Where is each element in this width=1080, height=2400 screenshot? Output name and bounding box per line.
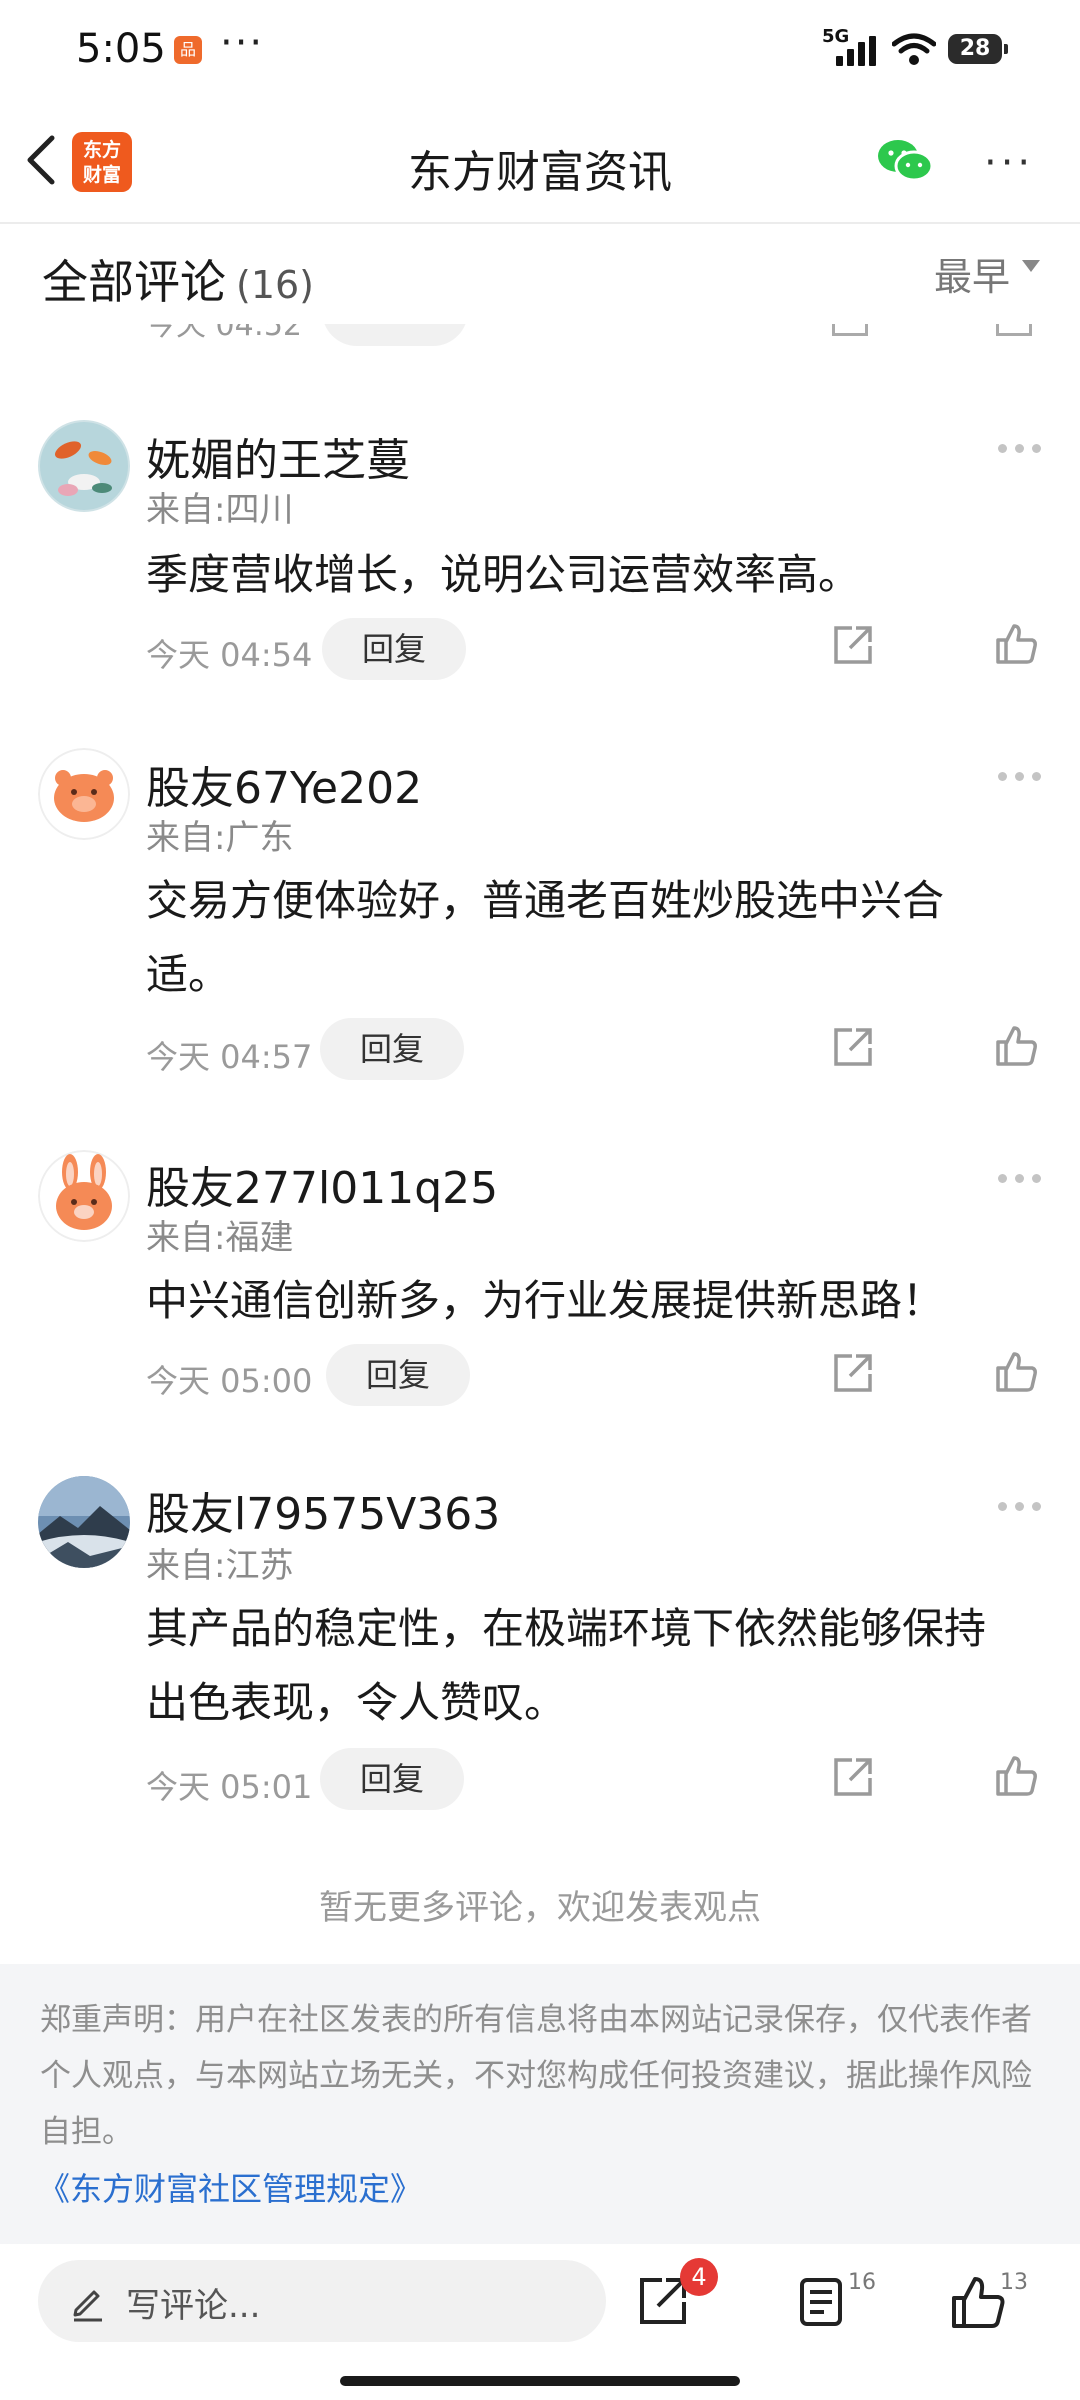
user-location: 来自:江苏: [146, 1546, 294, 1586]
comment-item: 股友67Ye202 来自:广东 交易方便体验好，普通老百姓炒股选中兴合适。 今天…: [0, 738, 1080, 1080]
comment-more-icon[interactable]: [998, 772, 1042, 784]
avatar[interactable]: [38, 748, 130, 840]
comments-header: 全部评论 (16) 最早: [0, 224, 1080, 324]
comment-item: 股友l79575V363 来自:江苏 其产品的稳定性，在极端环境下依然能够保持出…: [0, 1468, 1080, 1828]
comment-time: 今天 04:54: [146, 636, 313, 674]
comment-more-icon[interactable]: [998, 1502, 1042, 1514]
username[interactable]: 股友277l011q25: [146, 1152, 498, 1216]
like-icon[interactable]: [994, 1754, 1038, 1798]
avatar[interactable]: [38, 1476, 130, 1568]
comment-text: 交易方便体验好，普通老百姓炒股选中兴合适。: [146, 876, 945, 999]
status-bar: 5:05 品 ··· 5G 28: [0, 0, 1080, 100]
wechat-share-icon[interactable]: [876, 138, 934, 184]
avatar[interactable]: [38, 420, 130, 512]
like-icon[interactable]: [994, 622, 1038, 666]
pen-icon: [73, 2290, 102, 2322]
comment-input-placeholder: 写评论...: [126, 2286, 261, 2326]
likes-count: 13: [1000, 2270, 1028, 2295]
share-count-badge: 4: [680, 2258, 718, 2296]
comment-text: 季度营收增长，说明公司运营效率高。: [146, 550, 861, 599]
comment-time: 今天 05:00: [146, 1362, 313, 1400]
page: 5:05 品 ··· 5G 28 东方 财富 东方财富资讯 ··· 今天 04:…: [0, 0, 1080, 2400]
like-icon[interactable]: [950, 2274, 1006, 2330]
comment-more-icon[interactable]: [998, 1174, 1042, 1186]
comment-more-icon[interactable]: [998, 444, 1042, 456]
comments-title: 全部评论 (16): [42, 255, 315, 309]
comment-input[interactable]: 写评论...: [38, 2260, 606, 2342]
comment-time: 今天 04:57: [146, 1038, 313, 1076]
comments-count: (16): [236, 263, 315, 307]
user-location: 来自:福建: [146, 1218, 294, 1258]
avatar[interactable]: [38, 1150, 130, 1242]
sort-dropdown[interactable]: 最早: [934, 246, 1010, 301]
share-icon[interactable]: [830, 1026, 874, 1070]
status-time: 5:05: [76, 26, 166, 72]
notification-app-icon: 品: [174, 36, 202, 64]
disclaimer: 郑重声明：用户在社区发表的所有信息将由本网站记录保存，仅代表作者个人观点，与本网…: [0, 1964, 1080, 2244]
signal-icon: [836, 36, 880, 66]
wifi-icon: [892, 33, 936, 65]
share-icon[interactable]: [830, 624, 874, 668]
reply-button[interactable]: 回复: [322, 618, 466, 680]
reply-button[interactable]: 回复: [320, 1018, 464, 1080]
no-more-comments: 暂无更多评论，欢迎发表观点: [319, 1888, 761, 1928]
comment-text: 其产品的稳定性，在极端环境下依然能够保持出色表现，令人赞叹。: [146, 1604, 987, 1727]
comment-item: 妩媚的王芝蔓 来自:四川 季度营收增长，说明公司运营效率高。 今天 04:54 …: [0, 410, 1080, 710]
battery-icon: 28: [948, 34, 1008, 64]
user-location: 来自:四川: [146, 490, 294, 530]
comment-time: 今天 05:01: [146, 1768, 313, 1806]
comments-count: 16: [848, 2270, 876, 2295]
comments-icon[interactable]: [794, 2274, 850, 2330]
username[interactable]: 股友67Ye202: [146, 752, 422, 816]
comment-text: 中兴通信创新多，为行业发展提供新思路！: [146, 1276, 945, 1325]
username[interactable]: 股友l79575V363: [146, 1478, 500, 1542]
like-icon[interactable]: [994, 1350, 1038, 1394]
disclaimer-text: 郑重声明：用户在社区发表的所有信息将由本网站记录保存，仅代表作者个人观点，与本网…: [40, 2002, 1032, 2150]
share-icon[interactable]: [830, 1352, 874, 1396]
like-icon[interactable]: [994, 1024, 1038, 1068]
reply-button[interactable]: 回复: [326, 1344, 470, 1406]
home-indicator[interactable]: [340, 2376, 740, 2386]
status-more-icon: ···: [220, 20, 265, 66]
username[interactable]: 妩媚的王芝蔓: [146, 424, 410, 488]
reply-button[interactable]: 回复: [320, 1748, 464, 1810]
comment-item: 股友277l011q25 来自:福建 中兴通信创新多，为行业发展提供新思路！ 今…: [0, 1140, 1080, 1440]
caret-down-icon[interactable]: [1022, 260, 1040, 272]
share-icon[interactable]: [830, 1756, 874, 1800]
community-rules-link[interactable]: 《东方财富社区管理规定》: [38, 2164, 422, 2210]
nav-bar: 东方 财富 东方财富资讯 ···: [0, 100, 1080, 222]
more-options-icon[interactable]: ···: [984, 140, 1034, 186]
user-location: 来自:广东: [146, 818, 294, 858]
